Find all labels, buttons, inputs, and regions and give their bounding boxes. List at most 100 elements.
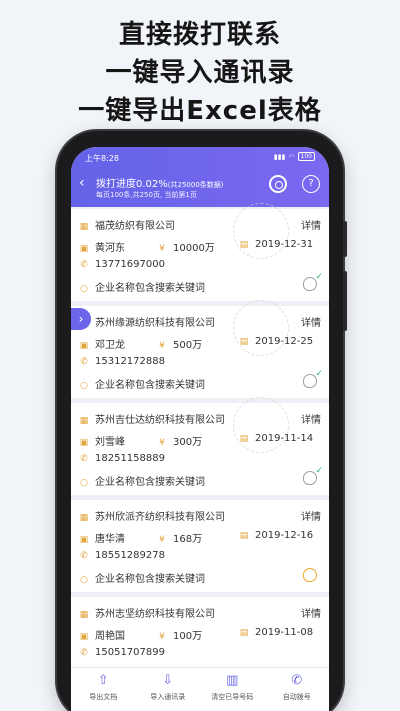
phone-number[interactable]: ✆ 15312172888 — [79, 356, 165, 367]
record-card[interactable]: ▦苏州缘源纺织科技有限公司 详情 ▣邓卫龙 ¥500万 ▤2019-12-25 … — [71, 300, 329, 398]
legal-person: ▣ 邓卫龙 — [79, 340, 125, 351]
capital: ¥500万 — [157, 336, 202, 351]
phone-number[interactable]: ✆ 18251158889 — [79, 453, 165, 464]
autodial-label: 自动拨号 — [282, 693, 311, 701]
phone-number[interactable]: ✆ 18551289278 — [79, 550, 165, 561]
clear-imported-button[interactable]: ▥ 清空已导号码 — [200, 668, 265, 711]
promo-line-2: 一键导入通讯录 — [105, 58, 295, 88]
company-name: ▦ 福茂纺织有限公司 — [79, 221, 175, 232]
detail-link[interactable]: 详情 — [301, 605, 321, 620]
pager-info: 每页100条,共250页, 当前第1页 — [96, 191, 197, 199]
phone-icon: ✆ — [80, 357, 88, 367]
phone-icon: ✆ — [80, 648, 88, 658]
search-icon: ○ — [80, 575, 88, 585]
coin-icon: ¥ — [159, 341, 165, 351]
phone-frame: 上午8:28 ▮▮▮ ◠ 100 ‹ 拨打进度0.02%(共25000条数据) … — [57, 131, 347, 711]
record-card[interactable]: ▦ 苏州欣派齐纺织科技有限公司 详情 ▣ 唐华清 ¥168万 ▤ 2019-12-16… — [71, 500, 329, 592]
phone-icon: ✆ — [80, 551, 88, 561]
call-button[interactable] — [303, 568, 317, 582]
seal-icon — [233, 397, 289, 453]
id-card-icon: ▣ — [79, 244, 89, 254]
power-button — [343, 271, 347, 331]
match-hint: ○ 企业名称包含搜索关键词 — [80, 380, 205, 391]
calendar-icon: ▤ — [239, 240, 249, 250]
id-card-icon: ▣ — [79, 341, 89, 351]
upload-icon: ⇧ — [97, 673, 109, 688]
capital: ¥168万 — [157, 530, 202, 545]
id-card-icon: ▣ — [79, 438, 89, 448]
trash-icon: ▥ — [226, 673, 239, 688]
dial-progress: 拨打进度0.02%(共25000条数据) — [96, 175, 224, 190]
coin-icon: ¥ — [159, 244, 165, 254]
calendar-icon: ▤ — [239, 531, 249, 541]
detail-link[interactable]: 详情 — [301, 411, 321, 426]
legal-person: ▣ 唐华清 — [79, 534, 125, 545]
back-button[interactable]: ‹ — [79, 175, 85, 191]
calendar-icon: ▤ — [239, 434, 249, 444]
detail-link[interactable]: 详情 — [301, 314, 321, 329]
settings-button[interactable] — [269, 175, 287, 193]
reg-date: ▤ 2019-12-25 — [239, 336, 314, 347]
app-screen: 上午8:28 ▮▮▮ ◠ 100 ‹ 拨打进度0.02%(共25000条数据) … — [71, 147, 329, 711]
call-button[interactable] — [303, 466, 323, 485]
reg-date: ▤ 2019-12-31 — [239, 239, 314, 250]
auto-dial-button[interactable]: ✆ 自动拨号 — [265, 668, 330, 711]
match-hint: ○ 企业名称包含搜索关键词 — [80, 283, 205, 294]
help-button[interactable]: ? — [302, 175, 320, 193]
call-button[interactable] — [303, 369, 323, 388]
seal-icon — [233, 300, 289, 356]
progress-total: (共25000条数据) — [167, 181, 224, 189]
battery-icon: 100 — [297, 152, 315, 161]
bottom-nav: ⇧ 导出文档 ⇩ 导入通讯录 ▥ 清空已导号码 ✆ 自动拨号 — [71, 667, 329, 711]
capital: ¥10000万 — [157, 239, 215, 254]
signal-icon: ▮▮▮ — [273, 152, 286, 161]
import-contacts-button[interactable]: ⇩ 导入通讯录 — [136, 668, 201, 711]
match-hint: ○ 企业名称包含搜索关键词 — [80, 574, 205, 585]
company-name: ▦ 苏州吉仕达纺织科技有限公司 — [79, 415, 225, 426]
legal-person: ▣ 周艳国 — [79, 631, 125, 642]
capital: ¥300万 — [157, 433, 202, 448]
wifi-icon: ◠ — [288, 152, 295, 161]
record-card[interactable]: ▦ 苏州吉仕达纺织科技有限公司 详情 ▣ 刘雪峰 ¥300万 ▤ 2019-11-14… — [71, 397, 329, 495]
phone-icon: ✆ — [80, 260, 88, 270]
building-icon: ▦ — [79, 513, 89, 523]
capital: ¥100万 — [157, 627, 202, 642]
status-icons: ▮▮▮ ◠ 100 — [274, 152, 315, 161]
legal-person: ▣ 刘雪峰 — [79, 437, 125, 448]
reg-date: ▤ 2019-11-08 — [239, 627, 314, 638]
phone-number[interactable]: ✆ 13771697000 — [79, 259, 165, 270]
import-label: 导入通讯录 — [150, 693, 186, 701]
export-label: 导出文档 — [89, 693, 118, 701]
coin-icon: ¥ — [159, 438, 165, 448]
building-icon: ▦ — [79, 610, 89, 620]
match-hint: ○ 企业名称包含搜索关键词 — [80, 477, 205, 488]
phone-icon: ✆ — [291, 673, 303, 688]
calendar-icon: ▤ — [239, 337, 249, 347]
promo-line-3: 一键导出Excel表格 — [78, 96, 322, 126]
seal-icon — [233, 203, 289, 259]
call-button[interactable] — [303, 272, 323, 291]
coin-icon: ¥ — [159, 535, 165, 545]
promo-line-1: 直接拨打联系 — [118, 20, 281, 50]
company-name: ▦ 苏州欣派齐纺织科技有限公司 — [79, 512, 225, 523]
search-icon: ○ — [80, 284, 88, 294]
download-icon: ⇩ — [162, 673, 174, 688]
id-card-icon: ▣ — [79, 632, 89, 642]
phone-number[interactable]: ✆ 15051707899 — [79, 647, 165, 658]
company-name: ▦ 苏州志坚纺织科技有限公司 — [79, 609, 215, 620]
app-header: 上午8:28 ▮▮▮ ◠ 100 ‹ 拨打进度0.02%(共25000条数据) … — [71, 147, 329, 207]
progress-label: 拨打进度0.02% — [96, 179, 168, 190]
building-icon: ▦ — [79, 416, 89, 426]
status-time: 上午8:28 — [85, 154, 119, 163]
building-icon: ▦ — [79, 222, 89, 232]
detail-link[interactable]: 详情 — [301, 508, 321, 523]
coin-icon: ¥ — [159, 632, 165, 642]
record-card[interactable]: ▦ 福茂纺织有限公司 详情 ▣ 黄河东 ¥10000万 ▤ 2019-12-31 ✆ 1… — [71, 203, 329, 301]
search-icon: ○ — [80, 478, 88, 488]
export-doc-button[interactable]: ⇧ 导出文档 — [71, 668, 136, 711]
search-icon: ○ — [80, 381, 88, 391]
legal-person: ▣ 黄河东 — [79, 243, 125, 254]
calendar-icon: ▤ — [239, 628, 249, 638]
detail-link[interactable]: 详情 — [301, 217, 321, 232]
company-name: ▦苏州缘源纺织科技有限公司 — [79, 314, 215, 329]
